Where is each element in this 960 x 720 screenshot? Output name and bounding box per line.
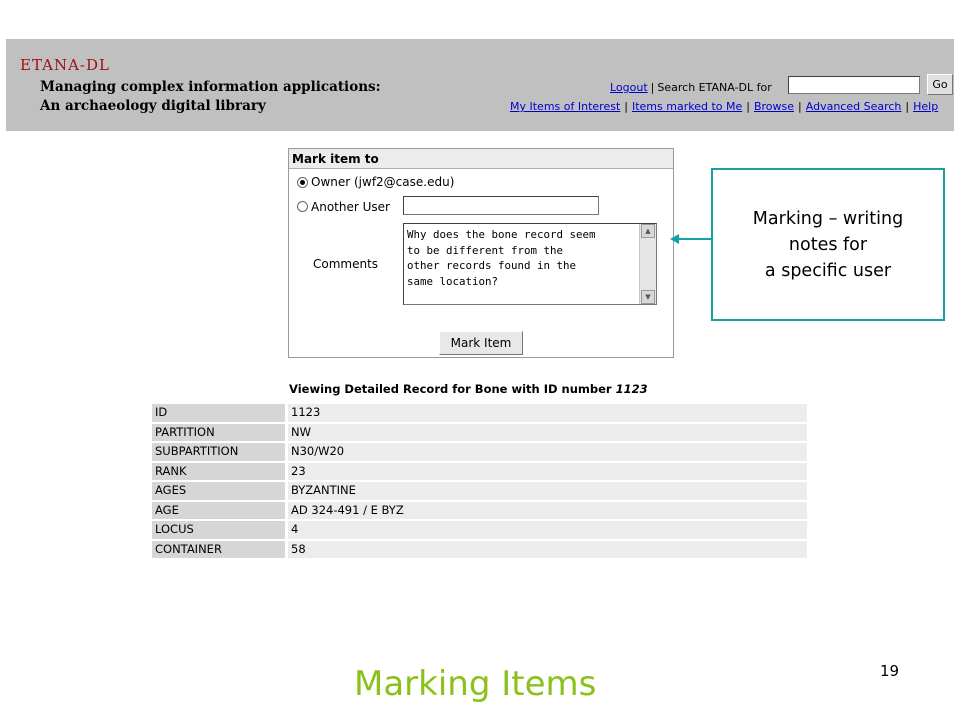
record-table: ID 1123 PARTITION NW SUBPARTITION N30/W20 R… (152, 402, 807, 560)
field-value: BYZANTINE (288, 482, 807, 500)
nav-my-items-link[interactable]: My Items of Interest (510, 100, 620, 113)
separator: | (798, 100, 802, 113)
field-value: AD 324-491 / E BYZ (288, 501, 807, 519)
comments-textarea[interactable]: Why does the bone record seem to be diff… (403, 223, 657, 305)
page-number: 19 (880, 662, 900, 680)
search-label: Search ETANA-DL for (657, 81, 772, 94)
field-name: PARTITION (152, 423, 288, 441)
mark-item-button[interactable]: Mark Item (439, 331, 523, 355)
callout-line: a specific user (764, 260, 892, 281)
another-user-radio[interactable] (297, 201, 308, 212)
field-value: 58 (288, 540, 807, 558)
site-header: ETANA-DL Managing complex information ap… (6, 39, 954, 131)
mark-item-panel: Mark item to Owner (jwf2@case.edu) Anoth… (288, 148, 674, 358)
table-row: PARTITION NW (152, 423, 807, 441)
field-name: LOCUS (152, 521, 288, 539)
nav-browse-link[interactable]: Browse (754, 100, 794, 113)
record-title: Viewing Detailed Record for Bone with ID… (289, 382, 648, 396)
field-value: NW (288, 423, 807, 441)
site-title: ETANA-DL (20, 56, 110, 74)
table-row: SUBPARTITION N30/W20 (152, 443, 807, 461)
mark-panel-heading: Mark item to (289, 149, 673, 169)
separator: | (746, 100, 750, 113)
field-name: SUBPARTITION (152, 443, 288, 461)
record-title-id: 1123 (615, 382, 648, 396)
site-subtitle-line2: An archaeology digital library (40, 98, 266, 114)
nav-help-link[interactable]: Help (913, 100, 938, 113)
nav-items-marked-link[interactable]: Items marked to Me (632, 100, 742, 113)
field-name: CONTAINER (152, 540, 288, 558)
logout-link[interactable]: Logout (610, 81, 648, 94)
table-row: ID 1123 (152, 404, 807, 422)
comments-scrollbar[interactable]: ▲ ▼ (639, 224, 656, 304)
main-nav: My Items of Interest | Items marked to Me |… (510, 100, 938, 113)
comments-label: Comments (313, 257, 379, 271)
search-input[interactable] (788, 76, 920, 94)
callout-line: Marking – writing (752, 208, 904, 229)
field-name: AGE (152, 501, 288, 519)
site-subtitle-line1: Managing complex information application… (40, 79, 381, 95)
callout-text: Marking – writing notes for a specific u… (753, 206, 903, 284)
table-row: CONTAINER 58 (152, 540, 807, 558)
table-row: AGE AD 324-491 / E BYZ (152, 501, 807, 519)
slide-title: Marking Items (354, 664, 597, 704)
field-name: AGES (152, 482, 288, 500)
owner-label: Owner (jwf2@case.edu) (311, 175, 455, 189)
go-button[interactable]: Go (927, 74, 953, 95)
field-value: 4 (288, 521, 807, 539)
owner-radio[interactable] (297, 177, 308, 188)
nav-advanced-search-link[interactable]: Advanced Search (806, 100, 902, 113)
table-row: LOCUS 4 (152, 521, 807, 539)
scroll-up-icon[interactable]: ▲ (641, 224, 655, 238)
separator: | (650, 81, 655, 94)
separator: | (905, 100, 910, 113)
separator: | (624, 100, 628, 113)
comments-text: Why does the bone record seem to be diff… (407, 228, 596, 288)
field-value: N30/W20 (288, 443, 807, 461)
another-user-label: Another User (311, 200, 390, 214)
callout-box: Marking – writing notes for a specific u… (711, 168, 945, 321)
search-row: Logout | Search ETANA-DL for (610, 81, 772, 94)
another-user-input[interactable] (403, 196, 599, 215)
callout-arrow-icon (670, 234, 712, 244)
record-title-prefix: Viewing Detailed Record for Bone with ID… (289, 382, 612, 396)
scroll-down-icon[interactable]: ▼ (641, 290, 655, 304)
field-value: 23 (288, 462, 807, 480)
field-name: RANK (152, 462, 288, 480)
field-value: 1123 (288, 404, 807, 422)
callout-line: notes for (788, 234, 868, 255)
field-name: ID (152, 404, 288, 422)
table-row: RANK 23 (152, 462, 807, 480)
table-row: AGES BYZANTINE (152, 482, 807, 500)
